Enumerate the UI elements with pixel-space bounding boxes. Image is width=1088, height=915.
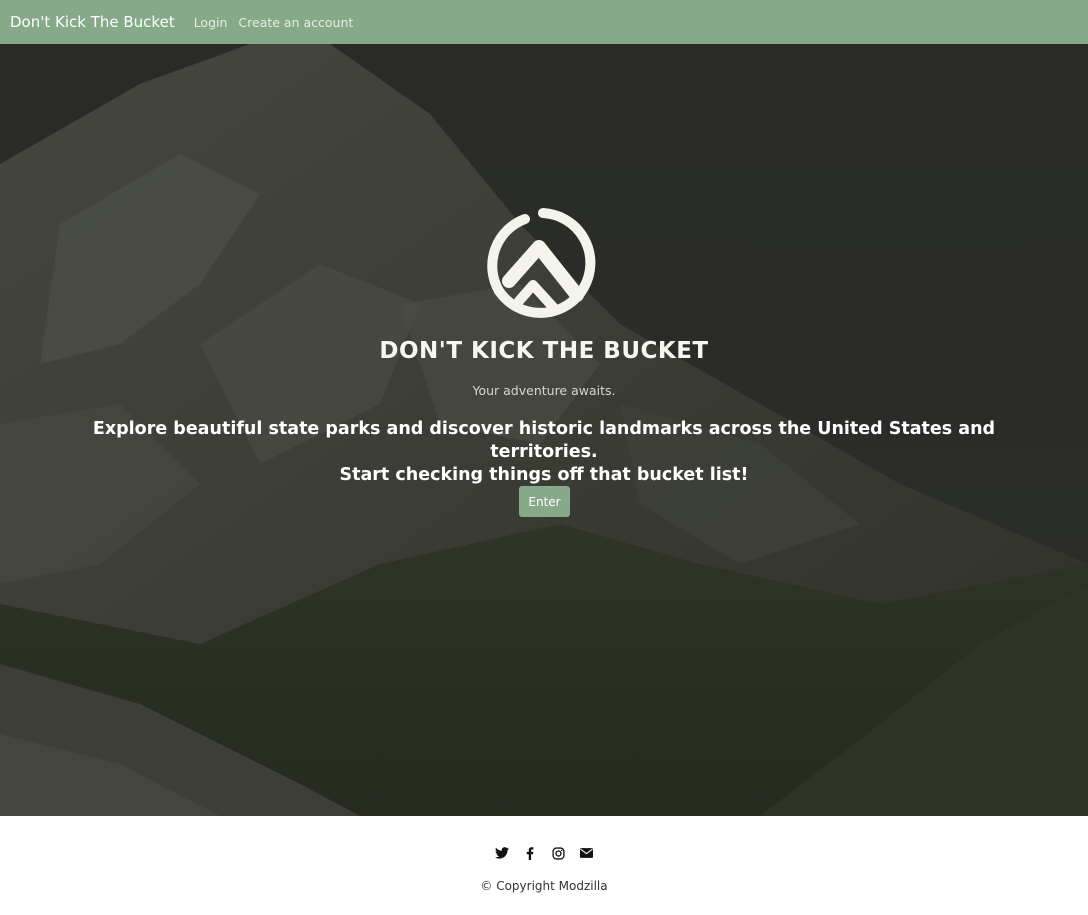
nav-login-link[interactable]: Login [194, 15, 228, 30]
social-links [0, 845, 1088, 861]
brand-link[interactable]: Don't Kick The Bucket [10, 13, 175, 31]
hero-description-line-2: Start checking things off that bucket li… [339, 465, 749, 485]
navbar: Don't Kick The Bucket Login Create an ac… [0, 0, 1088, 44]
twitter-icon[interactable] [494, 845, 510, 861]
nav-create-account-link[interactable]: Create an account [238, 15, 353, 30]
hero-description-line-1: Explore beautiful state parks and discov… [92, 419, 996, 462]
hero-content: DON'T KICK THE BUCKET Your adventure awa… [0, 44, 1088, 816]
copyright-text: © Copyright Modzilla [480, 879, 608, 893]
hero-title: DON'T KICK THE BUCKET [379, 338, 709, 364]
instagram-icon[interactable] [550, 845, 566, 861]
facebook-icon[interactable] [522, 845, 538, 861]
hero-section: DON'T KICK THE BUCKET Your adventure awa… [0, 44, 1088, 816]
hero-tagline: Your adventure awaits. [472, 383, 616, 398]
enter-button[interactable]: Enter [519, 486, 570, 517]
mountain-circle-logo-icon [487, 208, 596, 318]
hero-description: Explore beautiful state parks and discov… [60, 418, 1028, 487]
footer: © Copyright Modzilla [0, 816, 1088, 915]
envelope-icon[interactable] [578, 845, 594, 861]
